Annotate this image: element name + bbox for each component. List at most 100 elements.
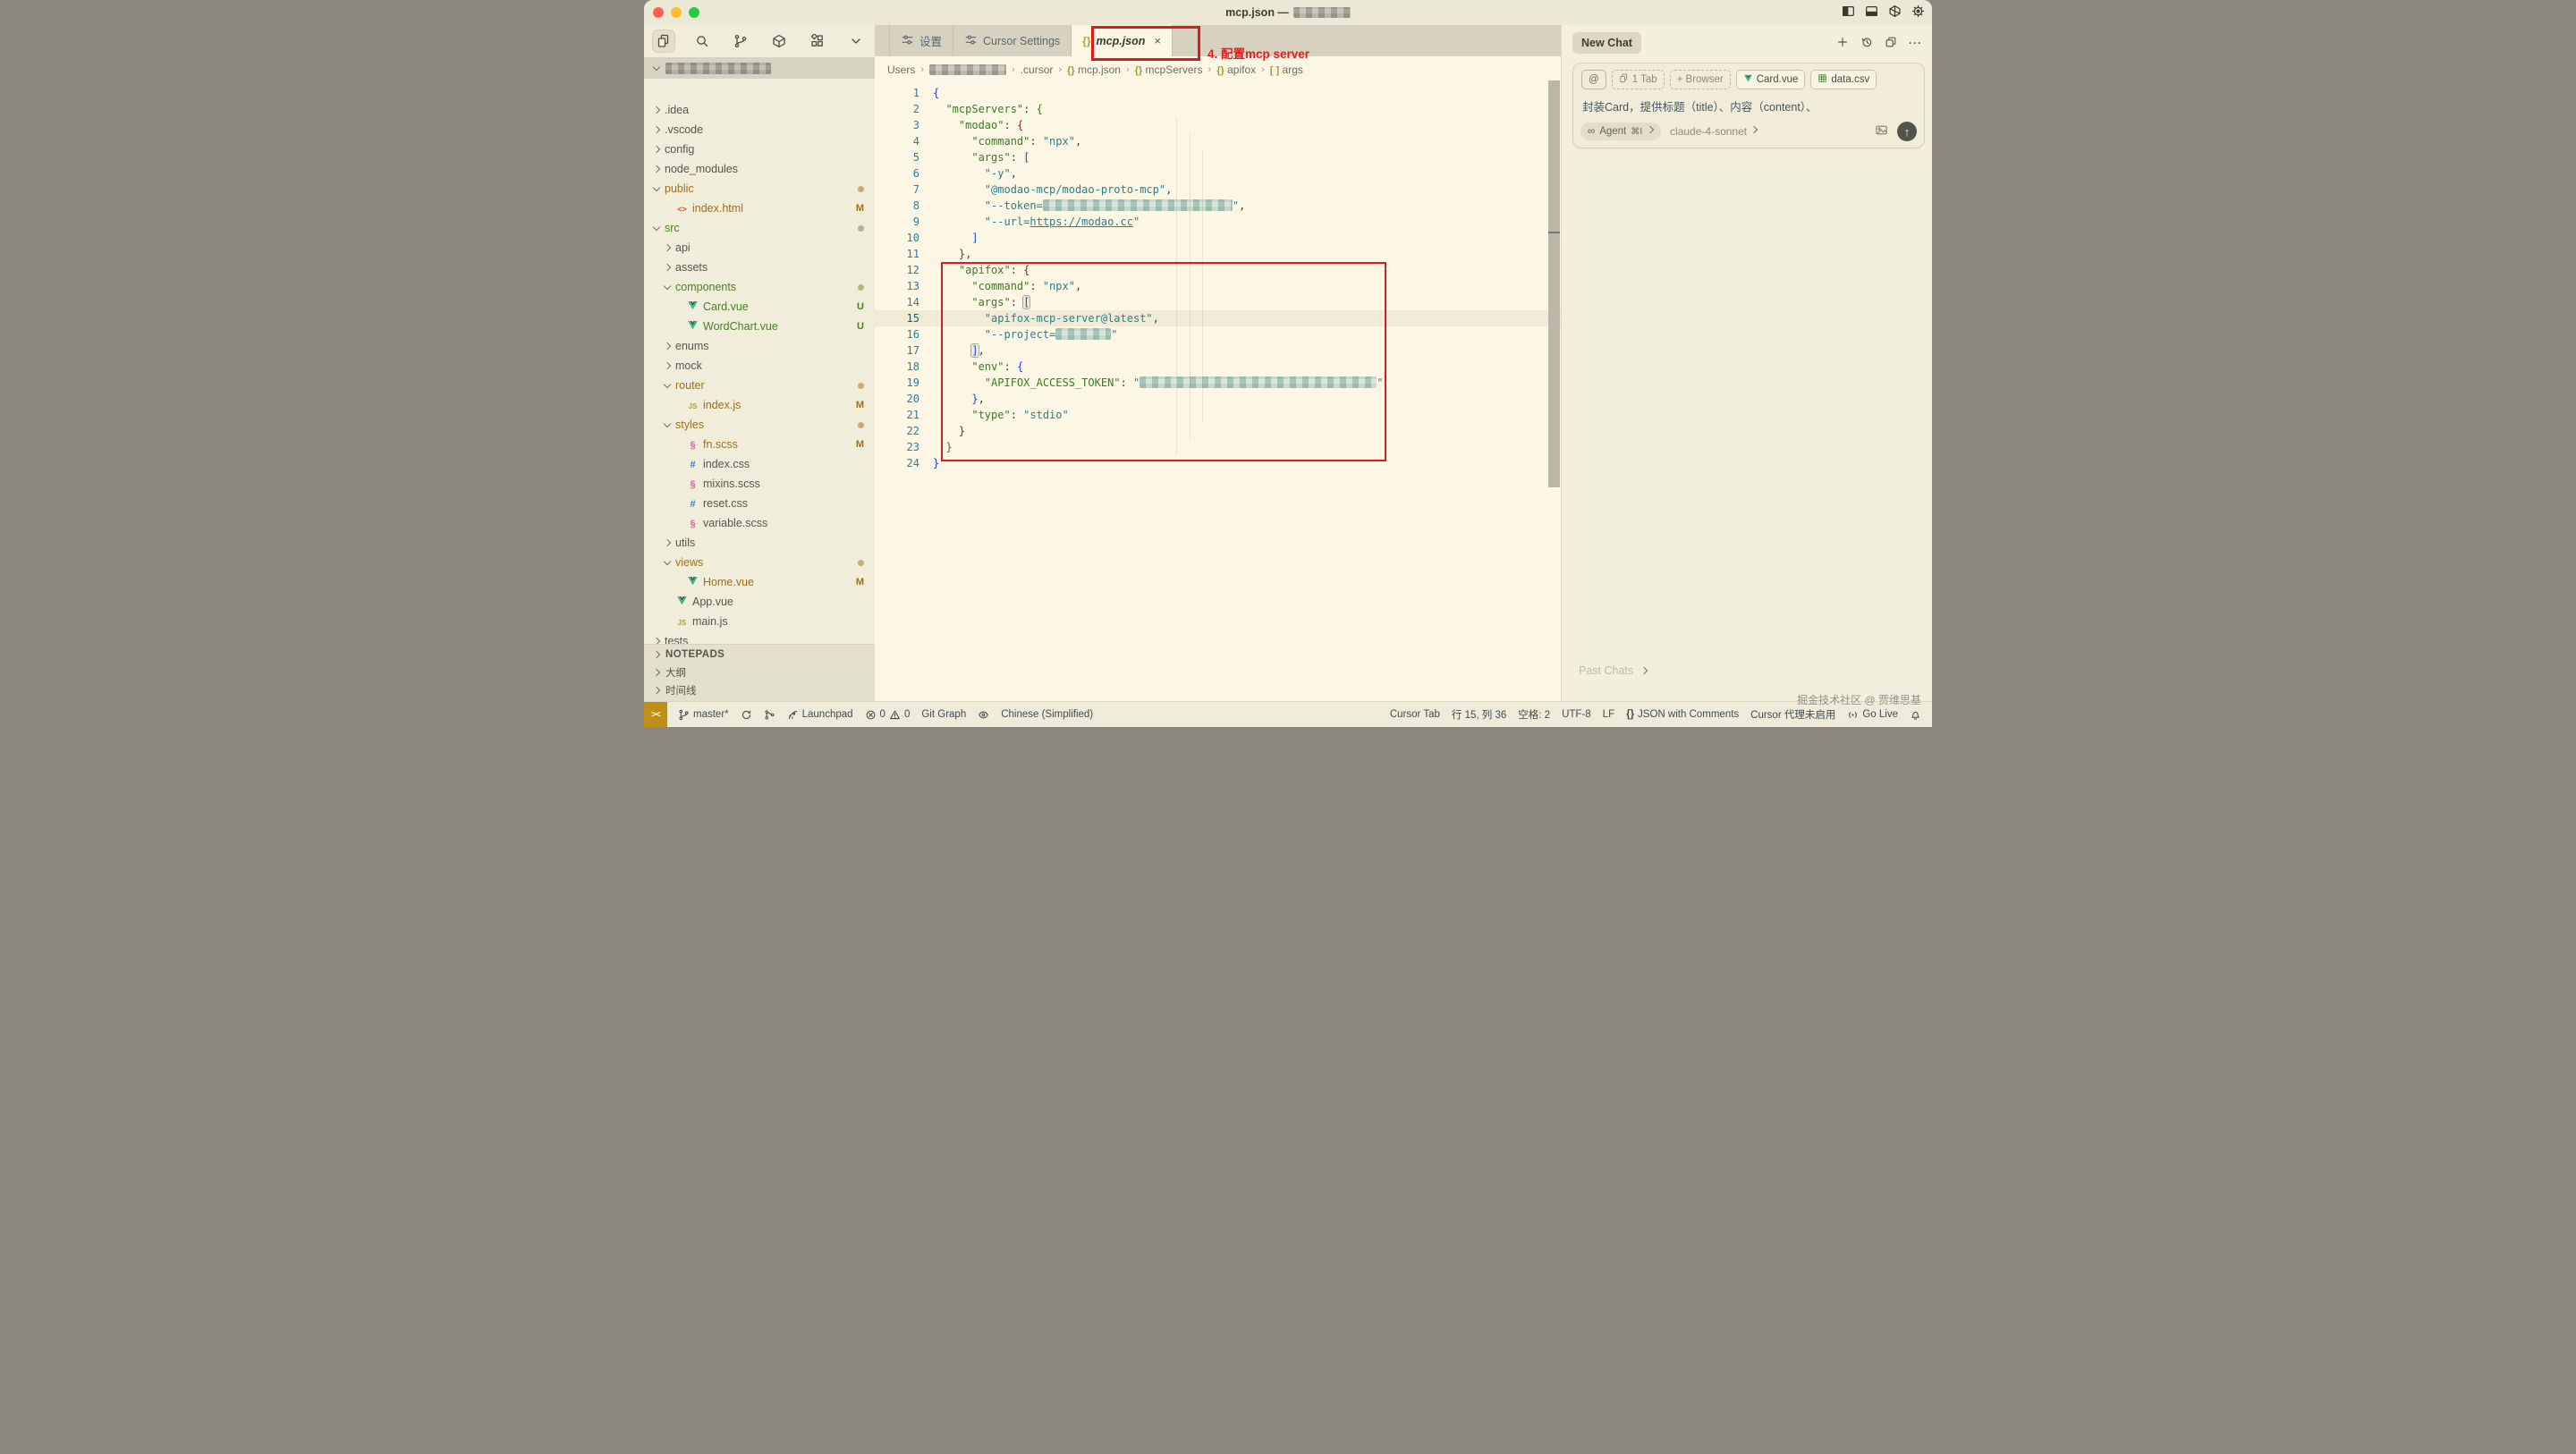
context-chip--browser[interactable]: + Browser bbox=[1670, 70, 1731, 89]
tree-item-mixins-scss[interactable]: §mixins.scss bbox=[644, 474, 875, 494]
breadcrumb-item[interactable]: {} apifox bbox=[1216, 63, 1256, 76]
attach-image-icon[interactable] bbox=[1875, 123, 1888, 139]
status-item-cursor-tab[interactable]: Cursor Tab bbox=[1390, 709, 1440, 720]
gear-icon[interactable] bbox=[1911, 4, 1925, 21]
status-item-0[interactable]: 00 bbox=[865, 709, 911, 721]
line-number: 12 bbox=[875, 262, 933, 278]
history-icon[interactable] bbox=[1860, 36, 1873, 51]
tree-item--vscode[interactable]: .vscode bbox=[644, 120, 875, 139]
status-item[interactable] bbox=[1910, 709, 1921, 721]
breadcrumb-item[interactable]: .cursor bbox=[1021, 63, 1054, 76]
sidebar-section-2[interactable]: 时间线 bbox=[644, 681, 875, 699]
source-control-icon[interactable] bbox=[729, 30, 752, 53]
tree-item-fn-scss[interactable]: §fn.scssM bbox=[644, 435, 875, 454]
status-item-空格-2[interactable]: 空格: 2 bbox=[1518, 707, 1550, 722]
tree-item--idea[interactable]: .idea bbox=[644, 100, 875, 120]
tree-item-node-modules[interactable]: node_modules bbox=[644, 159, 875, 179]
tree-item-home-vue[interactable]: Home.vueM bbox=[644, 572, 875, 592]
context-chip-card-vue[interactable]: Card.vue bbox=[1736, 70, 1806, 89]
tab-new-chat[interactable]: New Chat bbox=[1572, 32, 1641, 54]
tree-item-router[interactable]: router bbox=[644, 376, 875, 395]
past-chats-link[interactable]: Past Chats bbox=[1579, 664, 1648, 677]
breadcrumb-item[interactable]: Users bbox=[887, 63, 915, 76]
project-root-row[interactable] bbox=[644, 57, 875, 79]
search-icon[interactable] bbox=[691, 30, 714, 53]
tree-item-app-vue[interactable]: App.vue bbox=[644, 592, 875, 612]
status-item-json-with-comments[interactable]: {}JSON with Comments bbox=[1626, 709, 1739, 720]
tree-item-index-html[interactable]: <>index.htmlM bbox=[644, 199, 875, 218]
code-line-12: 12 "apifox": { bbox=[875, 262, 1561, 278]
status-item-go-live[interactable]: Go Live bbox=[1847, 709, 1898, 721]
tree-item-src[interactable]: src bbox=[644, 218, 875, 238]
tab-cursor-settings[interactable]: Cursor Settings bbox=[953, 25, 1072, 56]
minimize-window-button[interactable] bbox=[671, 7, 682, 18]
status-item-git-graph[interactable]: Git Graph bbox=[921, 709, 966, 720]
code-content[interactable]: 1{2 "mcpServers": {3 "modao": {4 "comman… bbox=[875, 85, 1561, 471]
tab--[interactable]: 设置 bbox=[889, 25, 953, 56]
extensions-icon[interactable] bbox=[806, 30, 829, 53]
more-icon[interactable]: ··· bbox=[1909, 37, 1922, 49]
tree-item-styles[interactable]: styles bbox=[644, 415, 875, 435]
breadcrumb-item[interactable]: {} mcp.json bbox=[1067, 63, 1121, 76]
status-item-chinese-simplified-[interactable]: Chinese (Simplified) bbox=[1001, 709, 1093, 720]
tree-item-utils[interactable]: utils bbox=[644, 533, 875, 553]
agent-mode-dropdown[interactable]: ∞ Agent ⌘I bbox=[1580, 123, 1661, 140]
status-item-master-[interactable]: master* bbox=[678, 709, 729, 721]
chat-input-card[interactable]: @1 Tab + Browser Card.vuedata.csv 封装Card，提… bbox=[1572, 63, 1925, 148]
remote-indicator[interactable]: >< bbox=[644, 702, 667, 727]
cube-icon[interactable] bbox=[1888, 4, 1902, 21]
status-item[interactable] bbox=[978, 709, 989, 721]
chat-header: New Chat ··· bbox=[1562, 25, 1932, 61]
tree-item-index-js[interactable]: JSindex.jsM bbox=[644, 395, 875, 415]
close-window-button[interactable] bbox=[653, 7, 664, 18]
editor-scrollbar[interactable] bbox=[1548, 80, 1560, 487]
tree-item-mock[interactable]: mock bbox=[644, 356, 875, 376]
code-editor[interactable]: Users››.cursor›{} mcp.json›{} mcpServers… bbox=[875, 56, 1561, 702]
context-chip-data-csv[interactable]: data.csv bbox=[1810, 70, 1877, 89]
tree-item-reset-css[interactable]: #reset.css bbox=[644, 494, 875, 513]
context-chip-1-tab[interactable]: 1 Tab bbox=[1612, 70, 1665, 89]
status-item-行-15-列-36[interactable]: 行 15, 列 36 bbox=[1452, 707, 1506, 722]
explorer-icon[interactable] bbox=[652, 30, 675, 53]
status-item[interactable] bbox=[764, 709, 775, 721]
sidebar-section-1[interactable]: 大纲 bbox=[644, 664, 875, 681]
send-button[interactable]: ↑ bbox=[1897, 122, 1917, 141]
close-tab-icon[interactable]: × bbox=[1154, 34, 1161, 47]
layout-sidebar-icon[interactable] bbox=[1842, 4, 1855, 21]
tree-item-public[interactable]: public bbox=[644, 179, 875, 199]
chat-input-text[interactable]: 封装Card，提供标题（title）、内容（content）、 bbox=[1573, 89, 1924, 114]
tree-item-variable-scss[interactable]: §variable.scss bbox=[644, 513, 875, 533]
plus-icon[interactable] bbox=[1836, 36, 1849, 51]
code-line-3: 3 "modao": { bbox=[875, 117, 1561, 133]
sidebar-section-0[interactable]: NOTEPADS bbox=[644, 646, 875, 664]
tree-item-components[interactable]: components bbox=[644, 277, 875, 297]
chevron-right-icon bbox=[653, 126, 660, 133]
breadcrumb-item[interactable]: {} mcpServers bbox=[1135, 63, 1203, 76]
status-item[interactable] bbox=[741, 709, 752, 721]
context-chip--[interactable]: @ bbox=[1581, 70, 1606, 89]
package-icon[interactable] bbox=[767, 30, 791, 53]
tree-item-config[interactable]: config bbox=[644, 139, 875, 159]
model-dropdown[interactable]: claude-4-sonnet bbox=[1670, 125, 1758, 138]
tree-item-views[interactable]: views bbox=[644, 553, 875, 572]
layout-panel-icon[interactable] bbox=[1865, 4, 1878, 21]
tab-mcp-json[interactable]: {}mcp.json× bbox=[1072, 25, 1173, 56]
breadcrumb-item[interactable]: [ ] args bbox=[1270, 63, 1303, 76]
copy-icon[interactable] bbox=[1885, 36, 1897, 51]
tree-item-card-vue[interactable]: Card.vueU bbox=[644, 297, 875, 317]
status-item-launchpad[interactable]: Launchpad bbox=[787, 709, 853, 721]
status-item-lf[interactable]: LF bbox=[1603, 709, 1614, 720]
tree-item-wordchart-vue[interactable]: WordChart.vueU bbox=[644, 317, 875, 336]
tree-item-enums[interactable]: enums bbox=[644, 336, 875, 356]
status-item-utf-8[interactable]: UTF-8 bbox=[1562, 709, 1591, 720]
code-line-2: 2 "mcpServers": { bbox=[875, 101, 1561, 117]
tree-item-index-css[interactable]: #index.css bbox=[644, 454, 875, 474]
redacted-project-name bbox=[665, 63, 771, 74]
chevron-down-icon[interactable] bbox=[844, 30, 868, 53]
tree-item-api[interactable]: api bbox=[644, 238, 875, 258]
tree-item-assets[interactable]: assets bbox=[644, 258, 875, 277]
code-line-6: 6 "-y", bbox=[875, 165, 1561, 182]
zoom-window-button[interactable] bbox=[689, 7, 699, 18]
tree-item-main-js[interactable]: JSmain.js bbox=[644, 612, 875, 631]
status-item-cursor-代理未启用[interactable]: Cursor 代理未启用 bbox=[1750, 707, 1835, 722]
